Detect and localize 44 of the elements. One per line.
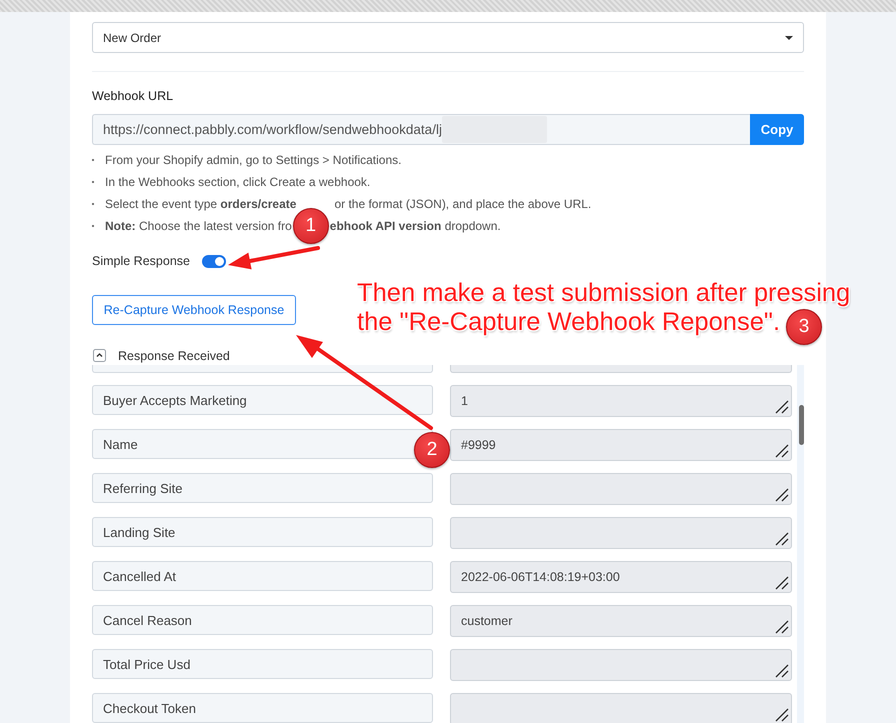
- value-field[interactable]: [450, 473, 792, 505]
- instruction-text: or the format (JSON), and place the above URL.: [334, 197, 592, 211]
- instruction-text: Select the event type orders/create: [105, 197, 296, 211]
- toggle-switch[interactable]: [202, 254, 226, 268]
- url-field[interactable]: https://connect.pabbly.com/workflow/sendwebhookdata/lj: [92, 114, 750, 145]
- value-field[interactable]: #9999: [450, 429, 792, 461]
- step-marker: 1: [292, 208, 329, 244]
- field-label: Webhook URL: [92, 89, 174, 103]
- scrollbar-thumb[interactable]: [799, 405, 804, 445]
- value-field[interactable]: 2022-06-06T14:08:19+03:00: [450, 561, 792, 593]
- chevron-icon[interactable]: [93, 349, 106, 362]
- value-field[interactable]: 1: [450, 385, 792, 417]
- key-field: Total Price Usd: [92, 649, 433, 679]
- value-field[interactable]: [450, 517, 792, 549]
- key-field: Checkout Token: [92, 693, 433, 723]
- instruction-text: ebhook API version dropdown.: [330, 219, 501, 233]
- resize-grip-icon[interactable]: [775, 488, 789, 502]
- instruction-text: Note: Choose the latest version fro: [105, 219, 292, 233]
- toggle-label: Simple Response: [92, 254, 190, 268]
- instruction-text: From your Shopify admin, go to Settings > Notifications.: [105, 153, 402, 167]
- value-field[interactable]: customer: [450, 605, 792, 637]
- value-field[interactable]: [450, 649, 792, 681]
- key-field: Buyer Accepts Marketing: [92, 385, 433, 415]
- key-field: Cancelled At: [92, 561, 433, 591]
- callout-text: the "Re-Capture Webhook Reponse".: [357, 308, 780, 337]
- value-field[interactable]: [450, 693, 792, 723]
- copy-button[interactable]: Copy: [750, 114, 804, 145]
- caret-icon: [785, 36, 793, 40]
- key-field: Referring Site: [92, 473, 433, 503]
- key-field: Cancel Reason: [92, 605, 433, 635]
- resize-grip-icon[interactable]: [775, 664, 789, 678]
- event-dropdown[interactable]: New Order: [92, 22, 804, 53]
- resize-grip-icon[interactable]: [775, 576, 789, 590]
- resize-grip-icon[interactable]: [775, 708, 789, 722]
- key-field: Landing Site: [92, 517, 433, 547]
- section-title: Response Received: [118, 348, 230, 362]
- recapture-button[interactable]: Re-Capture Webhook Response: [92, 295, 296, 325]
- resize-grip-icon[interactable]: [775, 400, 789, 414]
- instruction-text: In the Webhooks section, click Create a webhook.: [105, 175, 370, 189]
- resize-grip-icon[interactable]: [775, 620, 789, 634]
- resize-grip-icon[interactable]: [775, 444, 789, 458]
- resize-grip-icon[interactable]: [775, 532, 789, 546]
- callout-text: Then make a test submission after pressing: [357, 279, 850, 308]
- value-field[interactable]: [450, 365, 792, 373]
